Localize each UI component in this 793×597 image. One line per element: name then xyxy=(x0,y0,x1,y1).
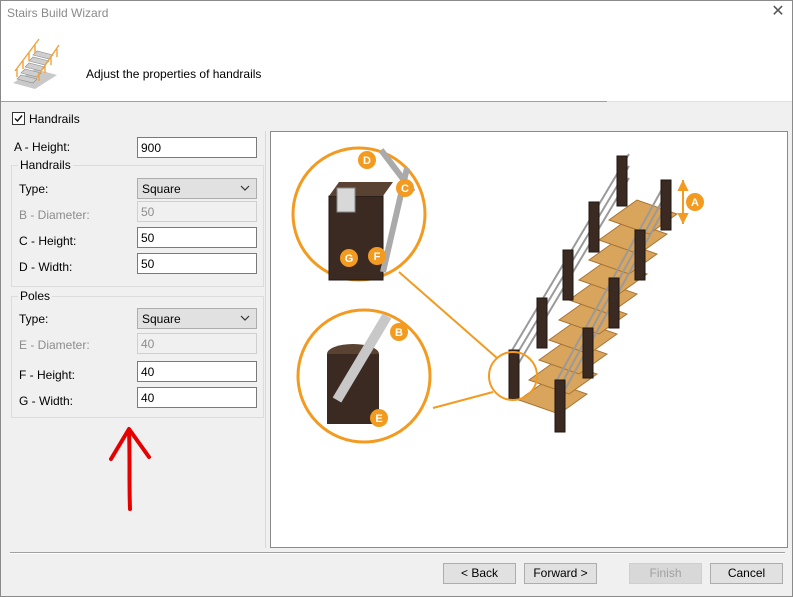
pole-type-label: Type: xyxy=(19,312,49,326)
marker-f: F xyxy=(374,251,381,263)
marker-c: C xyxy=(401,183,409,195)
pole-type-select[interactable]: Square xyxy=(137,308,257,329)
header-divider xyxy=(1,101,607,102)
stairs-icon xyxy=(13,38,60,89)
footer-divider-highlight xyxy=(10,553,785,554)
marker-g: G xyxy=(345,253,354,265)
e-diameter-input xyxy=(137,333,257,354)
marker-e: E xyxy=(375,413,382,425)
b-diameter-label: B - Diameter: xyxy=(19,208,90,222)
back-button[interactable]: < Back xyxy=(443,563,516,584)
marker-d: D xyxy=(363,155,371,167)
handrail-type-select[interactable]: Square xyxy=(137,178,257,199)
handrails-group-title: Handrails xyxy=(18,158,73,172)
handrail-type-label: Type: xyxy=(19,182,49,196)
marker-b: B xyxy=(395,327,403,339)
cancel-button[interactable]: Cancel xyxy=(710,563,783,584)
a-height-input[interactable] xyxy=(137,137,257,158)
handrails-checkbox[interactable] xyxy=(12,112,25,125)
chevron-down-icon xyxy=(240,315,250,321)
g-width-input[interactable] xyxy=(137,387,257,408)
f-height-input[interactable] xyxy=(137,361,257,382)
window-title: Stairs Build Wizard xyxy=(7,6,109,20)
panel-divider xyxy=(265,131,266,548)
c-height-label: C - Height: xyxy=(19,234,77,248)
stairs-diagram: A B C D E F G xyxy=(291,146,704,444)
forward-button[interactable]: Forward > xyxy=(524,563,597,584)
stairs-preview-panel: A B C D E F G xyxy=(270,131,788,548)
c-height-input[interactable] xyxy=(137,227,257,248)
handrails-checkbox-label: Handrails xyxy=(29,112,80,126)
a-height-label: A - Height: xyxy=(14,140,71,154)
wizard-window: Stairs Build Wizard ✕ Adjust the propert… xyxy=(0,0,793,597)
header-divider-light xyxy=(607,101,792,102)
chevron-down-icon xyxy=(240,185,250,191)
marker-a: A xyxy=(691,197,699,209)
d-width-input[interactable] xyxy=(137,253,257,274)
red-arrow-annotation xyxy=(109,427,151,511)
wizard-step-description: Adjust the properties of handrails xyxy=(86,67,262,81)
finish-button: Finish xyxy=(629,563,702,584)
dimension-arrows xyxy=(677,179,689,225)
pole-type-value: Square xyxy=(142,312,181,326)
poles-group-title: Poles xyxy=(18,289,53,303)
handrail-detail-callout xyxy=(291,146,427,282)
title-bar: Stairs Build Wizard ✕ xyxy=(1,1,792,23)
wizard-header: Adjust the properties of handrails xyxy=(1,23,792,102)
close-icon[interactable]: ✕ xyxy=(770,4,786,20)
d-width-label: D - Width: xyxy=(19,260,73,274)
g-width-label: G - Width: xyxy=(19,394,74,408)
checkmark-icon xyxy=(14,115,23,123)
pole-detail-callout xyxy=(296,308,432,444)
e-diameter-label: E - Diameter: xyxy=(19,338,90,352)
handrail-type-value: Square xyxy=(142,182,181,196)
f-height-label: F - Height: xyxy=(19,368,76,382)
b-diameter-input xyxy=(137,201,257,222)
